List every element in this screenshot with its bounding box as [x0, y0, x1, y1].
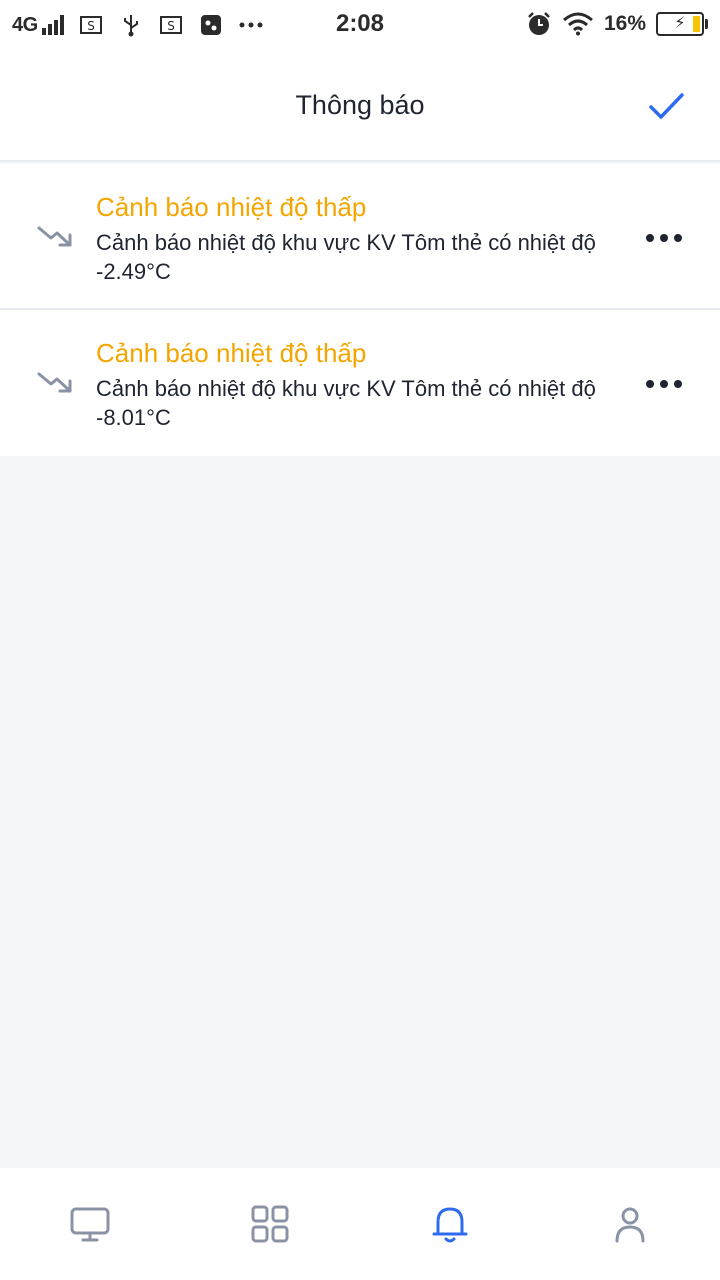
svg-text:S: S	[87, 19, 95, 33]
more-horizontal-icon	[646, 380, 682, 388]
nav-dashboard[interactable]	[0, 1168, 180, 1280]
notification-title: Cảnh báo nhiệt độ thấp	[96, 338, 367, 368]
more-options-button[interactable]	[644, 226, 684, 250]
mark-all-read-button[interactable]	[646, 86, 686, 126]
svg-text:S: S	[167, 19, 175, 33]
signal-icon	[41, 15, 64, 35]
notification-body: Cảnh báo nhiệt độ khu vực KV Tôm thẻ có …	[96, 376, 596, 430]
notification-item[interactable]: Cảnh báo nhiệt độ thấp Cảnh báo nhiệt độ…	[0, 310, 720, 456]
battery-icon: ⚡	[656, 12, 708, 36]
notification-body: Cảnh báo nhiệt độ khu vực KV Tôm thẻ có …	[96, 230, 596, 284]
screenshot-icon: S	[158, 12, 184, 38]
trending-down-icon	[37, 372, 72, 393]
nav-apps[interactable]	[180, 1168, 360, 1280]
alarm-icon	[526, 11, 552, 37]
nav-notifications[interactable]	[360, 1168, 540, 1280]
notification-title: Cảnh báo nhiệt độ thấp	[96, 192, 367, 222]
wifi-icon	[562, 11, 594, 37]
usb-icon	[118, 12, 144, 38]
app-icon	[198, 12, 224, 38]
app-header: Thông báo	[0, 50, 720, 162]
more-icon	[238, 12, 264, 38]
page-title: Thông báo	[295, 90, 425, 120]
more-options-button[interactable]	[644, 372, 684, 396]
bottom-navigation	[0, 1168, 720, 1280]
battery-percent: 16%	[603, 12, 646, 35]
status-right: 16% ⚡	[526, 11, 708, 37]
network-type: 4G	[12, 13, 38, 36]
status-bar: 4G S S 2:08 16% ⚡	[0, 0, 720, 50]
notification-item[interactable]: Cảnh báo nhiệt độ thấp Cảnh báo nhiệt độ…	[0, 164, 720, 310]
notification-list: Cảnh báo nhiệt độ thấp Cảnh báo nhiệt độ…	[0, 164, 720, 456]
screenshot-icon: S	[78, 12, 104, 38]
notifications-screen: 4G S S 2:08 16% ⚡ Thông báo Cảnh báo nhi…	[0, 0, 720, 1280]
grid-icon	[251, 1205, 289, 1243]
bell-icon	[432, 1207, 468, 1243]
nav-profile[interactable]	[540, 1168, 720, 1280]
check-icon	[649, 93, 684, 119]
status-left: 4G S S	[12, 12, 264, 38]
monitor-icon	[70, 1207, 110, 1242]
trending-down-icon	[37, 226, 72, 247]
user-icon	[615, 1207, 645, 1243]
more-horizontal-icon	[646, 234, 682, 242]
